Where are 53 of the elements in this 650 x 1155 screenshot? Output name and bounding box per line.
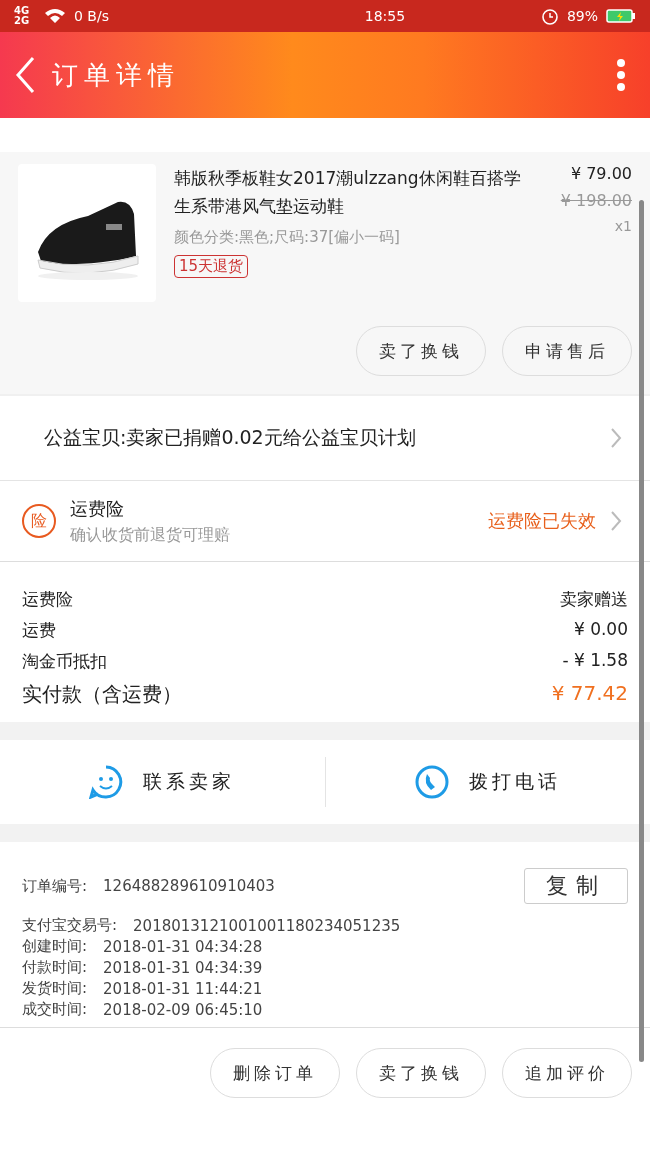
insurance-badge: 险 bbox=[22, 504, 56, 538]
cost-value: ¥ 77.42 bbox=[551, 681, 628, 707]
info-label: 支付宝交易号: bbox=[22, 916, 118, 935]
insurance-subtitle: 确认收货前退货可理赔 bbox=[70, 524, 231, 546]
info-label: 成交时间: bbox=[22, 1000, 88, 1019]
contact-button[interactable]: 联系卖家 bbox=[0, 757, 326, 807]
quantity: x1 bbox=[614, 218, 632, 234]
insurance-status: 运费险已失效 bbox=[488, 509, 596, 533]
cost-label: 运费 bbox=[22, 619, 56, 642]
product-title[interactable]: 韩版秋季板鞋女2017潮ulzzang休闲鞋百搭学生系带港风气垫运动鞋 bbox=[174, 164, 530, 220]
charity-text: 公益宝贝:卖家已捐赠0.02元给公益宝贝计划 bbox=[44, 425, 416, 450]
page-title: 订单详情 bbox=[52, 58, 181, 92]
original-price: ¥ 198.00 bbox=[560, 191, 632, 210]
cost-label: 实付款（含运费） bbox=[22, 681, 182, 708]
return-policy-tag: 15天退货 bbox=[174, 255, 249, 278]
action-button[interactable]: 删除订单 bbox=[210, 1048, 340, 1098]
wifi-icon bbox=[44, 8, 66, 24]
action-button[interactable]: 卖了换钱 bbox=[356, 1048, 486, 1098]
battery-percent: 89% bbox=[566, 8, 598, 24]
cost-label: 淘金币抵扣 bbox=[22, 650, 107, 673]
cost-label: 运费险 bbox=[22, 588, 73, 611]
product-variant: 颜色分类:黑色;尺码:37[偏小一码] bbox=[174, 228, 400, 247]
phone-icon bbox=[414, 765, 449, 799]
info-value: 2018013121001001180234051235 bbox=[133, 916, 401, 935]
contact-button[interactable]: 拨打电话 bbox=[325, 757, 650, 807]
back-icon[interactable] bbox=[14, 55, 36, 95]
battery-icon bbox=[606, 8, 636, 24]
product-price: ¥ 79.00 bbox=[570, 164, 632, 183]
info-value: 2018-01-31 11:44:21 bbox=[103, 979, 263, 998]
network-indicator: 4G 2G bbox=[14, 6, 31, 26]
cost-value: ¥ 0.00 bbox=[573, 619, 628, 641]
chevron-right-icon bbox=[610, 510, 622, 532]
info-value: 2018-01-31 04:34:28 bbox=[103, 937, 263, 956]
insurance-title: 运费险 bbox=[70, 496, 125, 521]
more-menu-icon[interactable] bbox=[616, 58, 626, 92]
cost-value: 卖家赠送 bbox=[560, 588, 628, 611]
action-button[interactable]: 卖了换钱 bbox=[356, 326, 486, 376]
alarm-clock-icon bbox=[540, 7, 559, 25]
action-button[interactable]: 追加评价 bbox=[502, 1048, 632, 1098]
action-button[interactable]: 申请售后 bbox=[502, 326, 632, 376]
info-value: 2018-01-31 04:34:39 bbox=[103, 958, 263, 977]
info-value: 126488289610910403 bbox=[103, 877, 275, 895]
info-label: 创建时间: bbox=[22, 937, 88, 956]
copy-button[interactable]: 复制 bbox=[524, 868, 628, 904]
chevron-right-icon bbox=[610, 427, 622, 449]
cost-value: - ¥ 1.58 bbox=[562, 650, 628, 672]
info-label: 付款时间: bbox=[22, 958, 88, 977]
network-speed: 0 B/s bbox=[74, 8, 109, 24]
info-label: 发货时间: bbox=[22, 979, 88, 998]
info-value: 2018-02-09 06:45:10 bbox=[103, 1000, 263, 1019]
clock: 18:55 bbox=[363, 8, 406, 24]
info-label: 订单编号: bbox=[22, 876, 88, 896]
chat-face-icon bbox=[89, 765, 124, 799]
